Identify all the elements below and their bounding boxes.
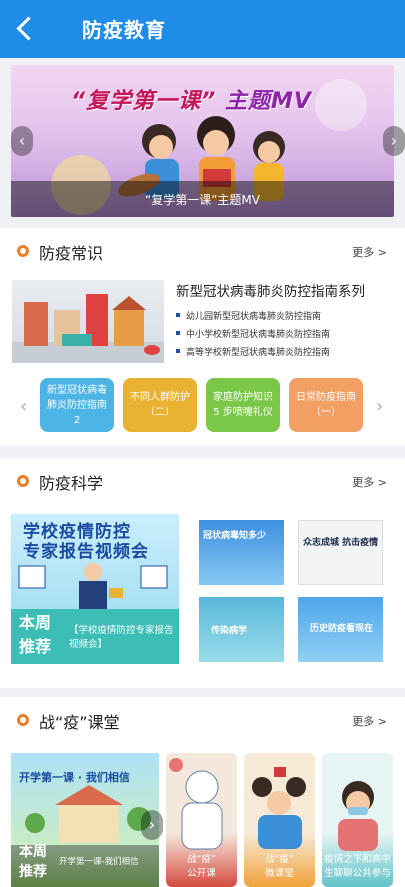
card-label: 战“疫” 公开课 xyxy=(187,854,216,879)
science-thumb[interactable]: 冠状病毒知多少 xyxy=(199,520,284,585)
knowledge-tag[interactable]: 新型冠状病毒肺炎防控指南2 xyxy=(40,378,114,432)
featured-image: 学校疫情防控 专家报告视频会 xyxy=(11,514,179,609)
more-link[interactable]: 更多 > xyxy=(352,244,387,260)
section-title: 防疫科学 xyxy=(39,474,104,493)
banner-next-button[interactable]: › xyxy=(383,126,405,156)
week-label: 推荐 xyxy=(19,864,47,880)
classroom-featured-card[interactable]: 开学第一课 · 我们相信 本周 推荐 开学第一课-我们相信 xyxy=(11,753,159,887)
card-label: 疫情之下和高中 生聊聊公共参与 xyxy=(324,854,391,879)
more-link[interactable]: 更多 > xyxy=(352,713,387,729)
banner-prev-button[interactable]: ‹ xyxy=(11,126,33,156)
chevron-left-icon: ‹ xyxy=(18,131,26,150)
chevron-right-icon: › xyxy=(148,815,156,834)
city-illustration xyxy=(12,294,164,363)
week-label: 本周 xyxy=(19,613,52,632)
knowledge-tag[interactable]: 不同人群防护（二） xyxy=(123,378,197,432)
chevron-left-icon[interactable]: ‹ xyxy=(20,396,27,417)
science-thumb[interactable]: 传染病学 xyxy=(199,597,284,662)
banner-carousel[interactable]: “复学第一课” 主题MV “复学第一课”主题MV xyxy=(11,65,394,217)
chevron-right-icon[interactable]: › xyxy=(376,396,383,417)
week-label: 推荐 xyxy=(19,637,52,656)
chevron-right-icon: › xyxy=(390,131,398,150)
knowledge-item[interactable]: 高等学校新型冠状病毒肺炎防控指南 xyxy=(175,345,330,358)
science-thumb[interactable]: 众志成城 抗击疫情 xyxy=(298,520,383,585)
thumb-title: 冠状病毒知多少 xyxy=(203,531,267,541)
card-label: 战“疫” 微课堂 xyxy=(265,854,294,879)
knowledge-item[interactable]: 中小学校新型冠状病毒肺炎防控指南 xyxy=(175,327,330,340)
week-description: 开学第一课-我们相信 xyxy=(59,857,139,867)
classroom-card[interactable]: 疫情之下和高中 生聊聊公共参与 xyxy=(322,753,393,887)
app-header: 防疫教育 xyxy=(0,0,405,58)
classroom-card[interactable]: 战“疫” 微课堂 xyxy=(244,753,315,887)
section-dot-icon xyxy=(17,245,29,257)
section-title: 战“疫”课堂 xyxy=(39,713,120,732)
science-thumb[interactable]: 历史防疫看现在 xyxy=(298,597,383,662)
section-dot-icon xyxy=(17,714,29,726)
section-title: 防疫常识 xyxy=(39,244,104,263)
thumb-title: 众志成城 抗击疫情 xyxy=(303,538,379,548)
week-description: 【学校疫情防控专家报告视频会】 xyxy=(69,625,174,650)
science-featured-card[interactable]: 学校疫情防控 专家报告视频会 本周 推荐 【学校疫情防控专家报告视频会】 xyxy=(11,514,179,664)
thumb-title: 历史防疫看现在 xyxy=(310,624,374,634)
back-button[interactable] xyxy=(10,12,40,46)
section-header-science: 防疫科学 更多 > xyxy=(0,458,405,506)
classroom-card[interactable]: 战“疫” 公开课 xyxy=(166,753,237,887)
knowledge-thumbnail[interactable] xyxy=(12,280,164,363)
banner-caption: “复学第一课”主题MV xyxy=(11,181,394,217)
thumb-title: 传染病学 xyxy=(211,626,248,636)
section-header-classroom: 战“疫”课堂 更多 > xyxy=(0,697,405,745)
knowledge-item[interactable]: 幼儿园新型冠状病毒肺炎防控指南 xyxy=(175,309,321,322)
people-illustration xyxy=(18,563,168,609)
knowledge-main-title[interactable]: 新型冠状病毒肺炎防控指南系列 xyxy=(176,280,365,300)
section-header-knowledge: 防疫常识 更多 > xyxy=(0,228,405,276)
week-label: 本周 xyxy=(19,844,47,860)
knowledge-tag[interactable]: 家庭防护知识5 步喷嚏礼仪 xyxy=(206,378,280,432)
more-link[interactable]: 更多 > xyxy=(352,474,387,490)
knowledge-tag[interactable]: 日常防疫指南（一） xyxy=(289,378,363,432)
section-dot-icon xyxy=(17,475,29,487)
classroom-next-button[interactable]: › xyxy=(141,810,163,840)
page-title: 防疫教育 xyxy=(82,18,166,42)
